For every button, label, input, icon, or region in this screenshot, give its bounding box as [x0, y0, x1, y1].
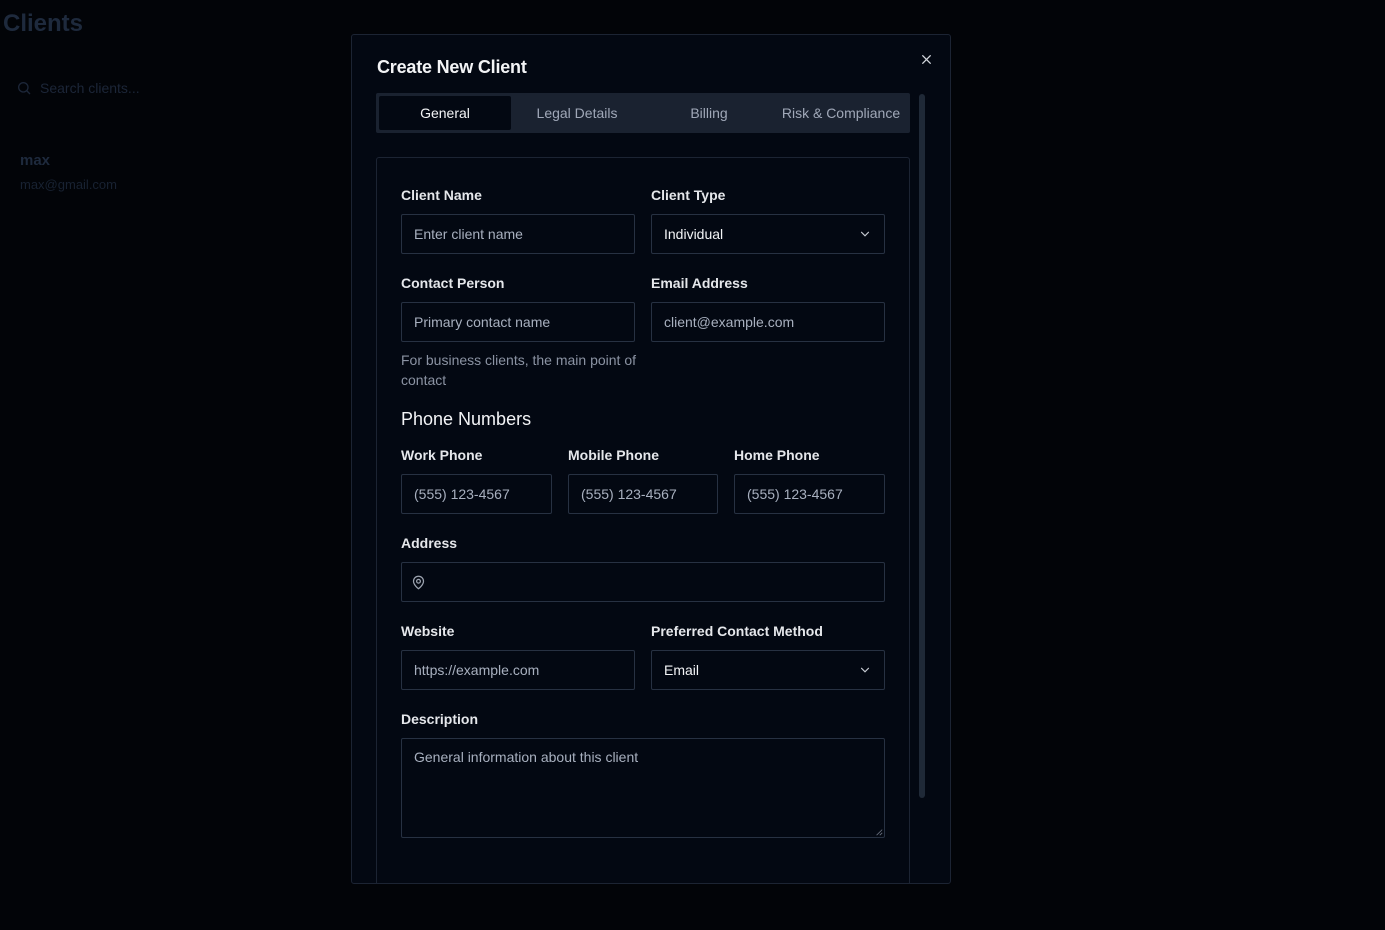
- client-name-placeholder: Enter client name: [414, 226, 523, 242]
- search-input[interactable]: Search clients...: [40, 80, 140, 96]
- description-label: Description: [401, 711, 479, 727]
- description-textarea[interactable]: General information about this client: [401, 738, 885, 838]
- client-list-item[interactable]: max max@gmail.com: [20, 152, 117, 192]
- tab-legal-details[interactable]: Legal Details: [511, 96, 643, 130]
- website-label: Website: [401, 623, 455, 639]
- phone-numbers-heading: Phone Numbers: [401, 409, 532, 429]
- client-email: max@gmail.com: [20, 177, 117, 192]
- preferred-contact-label: Preferred Contact Method: [651, 623, 823, 639]
- contact-person-label: Contact Person: [401, 275, 505, 291]
- work-phone-placeholder: (555) 123-4567: [414, 486, 510, 502]
- close-button[interactable]: [918, 51, 934, 67]
- tab-general[interactable]: General: [379, 96, 511, 130]
- address-label: Address: [401, 535, 458, 551]
- tab-risk-compliance[interactable]: Risk & Compliance: [775, 96, 907, 130]
- mobile-phone-placeholder: (555) 123-4567: [581, 486, 677, 502]
- search-icon: [18, 82, 31, 95]
- create-client-dialog: Create New Client General Legal Details …: [351, 34, 951, 884]
- chevron-down-icon: [860, 667, 870, 673]
- email-input[interactable]: client@example.com: [651, 302, 885, 342]
- client-type-label: Client Type: [651, 187, 726, 203]
- map-pin-icon: [412, 575, 425, 589]
- preferred-contact-value: Email: [664, 662, 700, 678]
- work-phone-input[interactable]: (555) 123-4567: [401, 474, 552, 514]
- scrollbar[interactable]: [919, 94, 925, 798]
- website-input[interactable]: https://example.com: [401, 650, 635, 690]
- mobile-phone-input[interactable]: (555) 123-4567: [568, 474, 718, 514]
- tab-billing[interactable]: Billing: [643, 96, 775, 130]
- client-type-select[interactable]: Individual: [651, 214, 885, 254]
- website-placeholder: https://example.com: [414, 662, 540, 678]
- client-type-value: Individual: [664, 226, 724, 242]
- address-input[interactable]: [401, 562, 885, 602]
- search-bar[interactable]: Search clients...: [16, 80, 140, 96]
- dialog-title: Create New Client: [377, 57, 527, 77]
- contact-person-helper: For business clients, the main point of …: [401, 352, 637, 388]
- resize-handle-icon[interactable]: [875, 828, 883, 836]
- home-phone-input[interactable]: (555) 123-4567: [734, 474, 885, 514]
- home-phone-label: Home Phone: [734, 447, 820, 463]
- client-name-label: Client Name: [401, 187, 482, 203]
- client-name: max: [20, 152, 51, 169]
- close-icon: [921, 54, 931, 64]
- tab-bar: General Legal Details Billing Risk & Com…: [376, 93, 910, 133]
- home-phone-placeholder: (555) 123-4567: [747, 486, 843, 502]
- contact-person-input[interactable]: Primary contact name: [401, 302, 635, 342]
- general-form-card: Client Name Enter client name Client Typ…: [376, 157, 910, 883]
- contact-person-placeholder: Primary contact name: [414, 314, 551, 330]
- scrollbar-thumb[interactable]: [919, 94, 925, 798]
- preferred-contact-select[interactable]: Email: [651, 650, 885, 690]
- page-title: Clients: [3, 10, 84, 37]
- description-placeholder: General information about this client: [414, 749, 639, 765]
- mobile-phone-label: Mobile Phone: [568, 447, 659, 463]
- client-name-input[interactable]: Enter client name: [401, 214, 635, 254]
- email-label: Email Address: [651, 275, 748, 291]
- work-phone-label: Work Phone: [401, 447, 483, 463]
- chevron-down-icon: [860, 231, 870, 237]
- email-placeholder: client@example.com: [664, 314, 795, 330]
